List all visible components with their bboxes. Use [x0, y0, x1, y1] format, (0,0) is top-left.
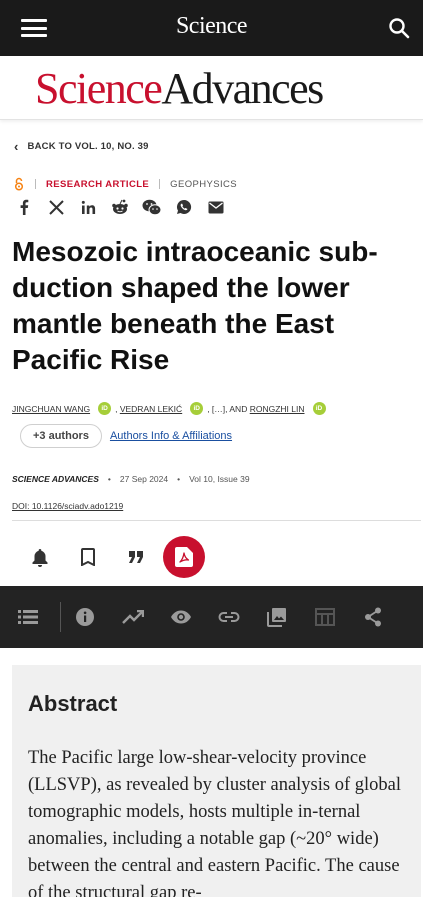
author-actions: +3 authors Authors Info & Affiliations: [20, 424, 232, 448]
facebook-icon[interactable]: [13, 196, 35, 218]
journal-logo-advances: Advances: [161, 64, 324, 113]
section-navigation-bar: [0, 586, 423, 648]
search-icon[interactable]: [387, 16, 411, 40]
separator-dot: •: [107, 474, 111, 484]
abstract-heading: Abstract: [28, 691, 118, 716]
orcid-icon[interactable]: iD: [98, 402, 112, 416]
author-link[interactable]: VEDRAN LEKIĆ: [120, 404, 182, 414]
author-separator: ,: [115, 404, 118, 414]
article-subject[interactable]: GEOPHYSICS: [170, 179, 237, 190]
bookmark-icon[interactable]: [76, 545, 100, 569]
metrics-icon[interactable]: [121, 605, 145, 629]
link-icon[interactable]: [217, 605, 241, 629]
pdf-icon: [175, 547, 193, 567]
pdf-download-button[interactable]: [163, 536, 205, 578]
site-brand[interactable]: Science: [0, 13, 423, 40]
author-ellipsis[interactable]: , […], AND: [207, 404, 247, 414]
back-label: BACK TO VOL. 10, NO. 39: [27, 141, 149, 152]
divider: [159, 179, 161, 189]
doi-link[interactable]: DOI: 10.1126/sciadv.ado1219: [12, 501, 123, 511]
author-list: JINGCHUAN WANG iD, VEDRAN LEKIĆ iD, […], A…: [12, 402, 417, 417]
separator-dot: •: [177, 474, 181, 484]
whatsapp-icon[interactable]: [173, 196, 195, 218]
reddit-icon[interactable]: [109, 196, 131, 218]
article-meta-row: RESEARCH ARTICLE GEOPHYSICS: [13, 177, 237, 191]
journal-name[interactable]: SCIENCE ADVANCES: [12, 474, 99, 484]
back-to-issue-link[interactable]: ‹ BACK TO VOL. 10, NO. 39: [14, 139, 149, 154]
chevron-left-icon: ‹: [14, 139, 19, 154]
article-title: Mesozoic intraoceanic sub-duction shaped…: [12, 236, 378, 375]
linkedin-icon[interactable]: [77, 196, 99, 218]
share-links-row: [13, 196, 237, 218]
journal-logo[interactable]: ScienceAdvances: [35, 64, 324, 113]
article-actions: [0, 536, 423, 578]
nav-divider: [60, 602, 61, 632]
tables-icon[interactable]: [313, 605, 337, 629]
publication-date: 27 Sep 2024: [119, 474, 169, 484]
cite-quote-icon[interactable]: [124, 545, 148, 569]
divider: [12, 520, 421, 521]
share-icon[interactable]: [361, 605, 385, 629]
author-link[interactable]: JINGCHUAN WANG: [12, 404, 90, 414]
email-icon[interactable]: [205, 196, 227, 218]
journal-logo-science: Science: [35, 64, 163, 113]
journal-banner: ScienceAdvances: [0, 56, 423, 120]
x-twitter-icon[interactable]: [45, 196, 67, 218]
abstract-text: The Pacific large low-shear-velocity pro…: [28, 748, 401, 897]
divider: [35, 179, 36, 189]
view-icon[interactable]: [169, 605, 193, 629]
article-type[interactable]: RESEARCH ARTICLE: [46, 179, 149, 190]
affiliations-link[interactable]: Authors Info & Affiliations: [110, 430, 232, 442]
top-navigation-bar: Science: [0, 0, 423, 56]
info-icon[interactable]: [73, 605, 97, 629]
figures-icon[interactable]: [265, 605, 289, 629]
more-authors-button[interactable]: +3 authors: [20, 424, 102, 448]
publication-info: SCIENCE ADVANCES • 27 Sep 2024 • Vol 10,…: [12, 474, 250, 484]
wechat-icon[interactable]: [141, 196, 163, 218]
volume-issue[interactable]: Vol 10, Issue 39: [189, 474, 250, 484]
alert-bell-icon[interactable]: [28, 545, 52, 569]
open-access-icon: [14, 177, 24, 191]
contents-list-icon[interactable]: [16, 605, 40, 629]
orcid-icon[interactable]: iD: [312, 402, 326, 416]
orcid-icon[interactable]: iD: [190, 402, 204, 416]
author-link[interactable]: RONGZHI LIN: [250, 404, 305, 414]
abstract-section: Abstract The Pacific large low-shear-vel…: [12, 665, 421, 897]
